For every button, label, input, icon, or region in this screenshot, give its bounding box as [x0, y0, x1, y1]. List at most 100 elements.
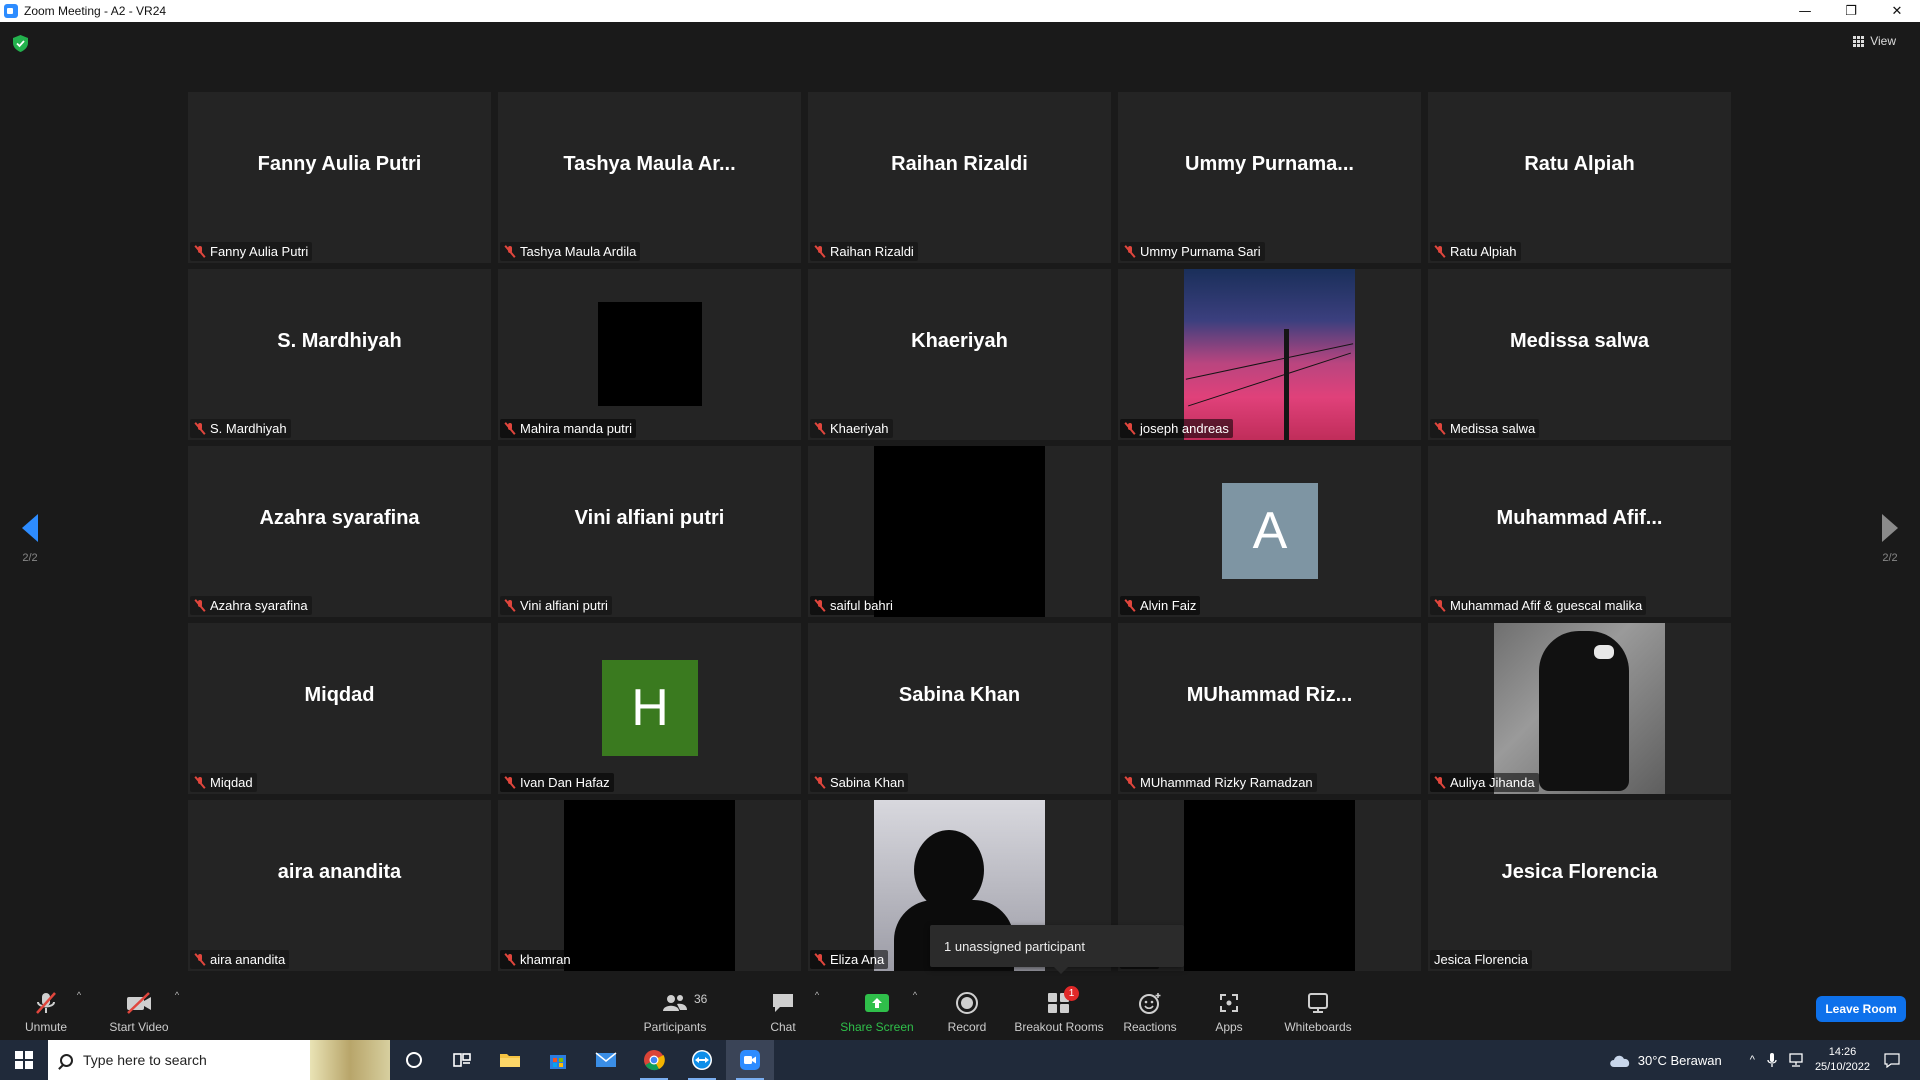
participant-gallery: Fanny Aulia Putri Fanny Aulia Putri Tashya…	[188, 92, 1733, 971]
reactions-button[interactable]: Reactions	[1118, 980, 1182, 1040]
participant-tile[interactable]: Miqdad Miqdad	[188, 623, 491, 794]
start-video-button[interactable]: Start Video	[104, 980, 174, 1040]
previous-page-button[interactable]: 2/2	[10, 514, 50, 564]
mail-button[interactable]	[582, 1040, 630, 1080]
microsoft-store-button[interactable]	[534, 1040, 582, 1080]
cortana-button[interactable]	[390, 1040, 438, 1080]
participant-tile[interactable]: khamran	[498, 800, 801, 971]
close-button[interactable]: ✕	[1874, 0, 1920, 22]
share-screen-label: Share Screen	[840, 1020, 914, 1034]
next-page-button[interactable]: 2/2	[1870, 514, 1910, 564]
participant-nameplate: Medissa salwa	[1430, 419, 1540, 438]
video-options-caret[interactable]: ^	[170, 980, 184, 1040]
participant-tile[interactable]: Raihan Rizaldi Raihan Rizaldi	[808, 92, 1111, 263]
participant-name-label: Tashya Maula Ardila	[520, 244, 637, 259]
participant-nameplate: Azahra syarafina	[190, 596, 312, 615]
breakout-rooms-button[interactable]: 1 Breakout Rooms	[1012, 980, 1106, 1040]
task-view-icon	[453, 1053, 471, 1067]
mic-muted-icon	[194, 953, 206, 966]
maximize-button[interactable]: ❐	[1828, 0, 1874, 22]
participant-name-label: Ratu Alpiah	[1450, 244, 1517, 259]
participant-tile[interactable]: Muhammad Afif... Muhammad Afif & guescal …	[1428, 446, 1731, 617]
teamviewer-button[interactable]	[678, 1040, 726, 1080]
participants-count: 36	[694, 992, 708, 1006]
caret-up-icon: ^	[912, 990, 918, 1000]
participant-tile[interactable]: Auliya Jihanda	[1428, 623, 1731, 794]
task-view-button[interactable]	[438, 1040, 486, 1080]
leave-room-button[interactable]: Leave Room	[1816, 996, 1906, 1022]
file-explorer-button[interactable]	[486, 1040, 534, 1080]
whiteboards-button[interactable]: Whiteboards	[1280, 980, 1356, 1040]
share-screen-button[interactable]: Share Screen	[836, 980, 918, 1040]
network-icon[interactable]	[1787, 1053, 1805, 1067]
mic-muted-icon	[1124, 776, 1136, 789]
participant-tile[interactable]: Vini alfiani putri Vini alfiani putri	[498, 446, 801, 617]
minimize-button[interactable]: —	[1782, 0, 1828, 22]
window-controls: — ❐ ✕	[1782, 0, 1920, 22]
notifications-icon[interactable]	[1884, 1052, 1900, 1068]
clock-time: 14:26	[1828, 1046, 1857, 1058]
window-title: Zoom Meeting - A2 - VR24	[24, 4, 167, 18]
participant-tile[interactable]: Ummy Purnama... Ummy Purnama Sari	[1118, 92, 1421, 263]
participant-nameplate: Tashya Maula Ardila	[500, 242, 641, 261]
participant-name-label: S. Mardhiyah	[210, 421, 287, 436]
participant-tile[interactable]: Fanny Aulia Putri Fanny Aulia Putri	[188, 92, 491, 263]
caret-up-icon: ^	[814, 990, 820, 1000]
audio-options-caret[interactable]: ^	[72, 980, 86, 1040]
participant-tile[interactable]: Sabina Khan Sabina Khan	[808, 623, 1111, 794]
participant-name-label: Ivan Dan Hafaz	[520, 775, 610, 790]
participant-tile[interactable]: H Ivan Dan Hafaz	[498, 623, 801, 794]
reactions-label: Reactions	[1123, 1020, 1177, 1034]
taskbar-search[interactable]: Type here to search	[48, 1040, 390, 1080]
apps-button[interactable]: Apps	[1204, 980, 1254, 1040]
view-button[interactable]: View	[1853, 34, 1896, 48]
participant-tile[interactable]: A Alvin Faiz	[1118, 446, 1421, 617]
record-button[interactable]: Record	[940, 980, 994, 1040]
participant-tile[interactable]: Jesica Florencia Jesica Florencia	[1428, 800, 1731, 971]
participant-nameplate: Alvin Faiz	[1120, 596, 1201, 615]
participant-name-label: Auliya Jihanda	[1450, 775, 1535, 790]
share-options-caret[interactable]: ^	[908, 980, 922, 1040]
participant-tile[interactable]: Tashya Maula Ar... Tashya Maula Ardila	[498, 92, 801, 263]
mic-muted-icon	[1124, 422, 1136, 435]
participant-tile[interactable]: Azahra syarafina Azahra syarafina	[188, 446, 491, 617]
encryption-shield-icon[interactable]	[13, 35, 28, 52]
participants-button[interactable]: 36 Participants	[640, 980, 710, 1040]
unmute-button[interactable]: Unmute	[18, 980, 74, 1040]
taskbar-clock[interactable]: 14:26 25/10/2022	[1815, 1045, 1870, 1075]
chat-options-caret[interactable]: ^	[810, 980, 824, 1040]
participant-nameplate: Eliza Ana	[810, 950, 889, 969]
participant-name-label: Khaeriyah	[830, 421, 889, 436]
participant-video	[874, 446, 1045, 617]
mic-muted-icon	[814, 953, 826, 966]
participant-tile[interactable]: aira anandita aira anandita	[188, 800, 491, 971]
participant-tile[interactable]: saiful bahri	[808, 446, 1111, 617]
weather-text[interactable]: 30°C Berawan	[1638, 1053, 1722, 1068]
microphone-icon[interactable]	[1767, 1052, 1777, 1068]
apps-icon	[1218, 990, 1240, 1016]
participant-tile[interactable]: Medissa salwa Medissa salwa	[1428, 269, 1731, 440]
participant-tile[interactable]: Ratu Alpiah Ratu Alpiah	[1428, 92, 1731, 263]
participant-tile[interactable]: joseph andreas	[1118, 269, 1421, 440]
participant-display-name: Fanny Aulia Putri	[257, 153, 422, 175]
chevron-up-icon[interactable]: ^	[1750, 1054, 1755, 1066]
unmute-label: Unmute	[24, 1020, 68, 1034]
breakout-rooms-badge: 1	[1064, 986, 1079, 1001]
participant-nameplate: Muhammad Afif & guescal malika	[1430, 596, 1647, 615]
share-screen-icon	[864, 990, 890, 1016]
mic-muted-icon	[814, 245, 826, 258]
chrome-button[interactable]	[630, 1040, 678, 1080]
participant-tile[interactable]: S. Mardhiyah S. Mardhiyah	[188, 269, 491, 440]
start-button[interactable]	[0, 1040, 48, 1080]
participant-tile[interactable]: MUhammad Riz... MUhammad Rizky Ramadzan	[1118, 623, 1421, 794]
participant-tile[interactable]: Mahira manda putri	[498, 269, 801, 440]
chat-button[interactable]: Chat	[756, 980, 810, 1040]
participant-nameplate: Miqdad	[190, 773, 257, 792]
mic-muted-icon	[504, 245, 516, 258]
participant-tile[interactable]: Khaeriyah Khaeriyah	[808, 269, 1111, 440]
mic-muted-icon	[504, 599, 516, 612]
participant-nameplate: khamran	[500, 950, 575, 969]
search-icon	[60, 1053, 73, 1067]
zoom-taskbar-button[interactable]	[726, 1040, 774, 1080]
mic-muted-icon	[1434, 599, 1446, 612]
